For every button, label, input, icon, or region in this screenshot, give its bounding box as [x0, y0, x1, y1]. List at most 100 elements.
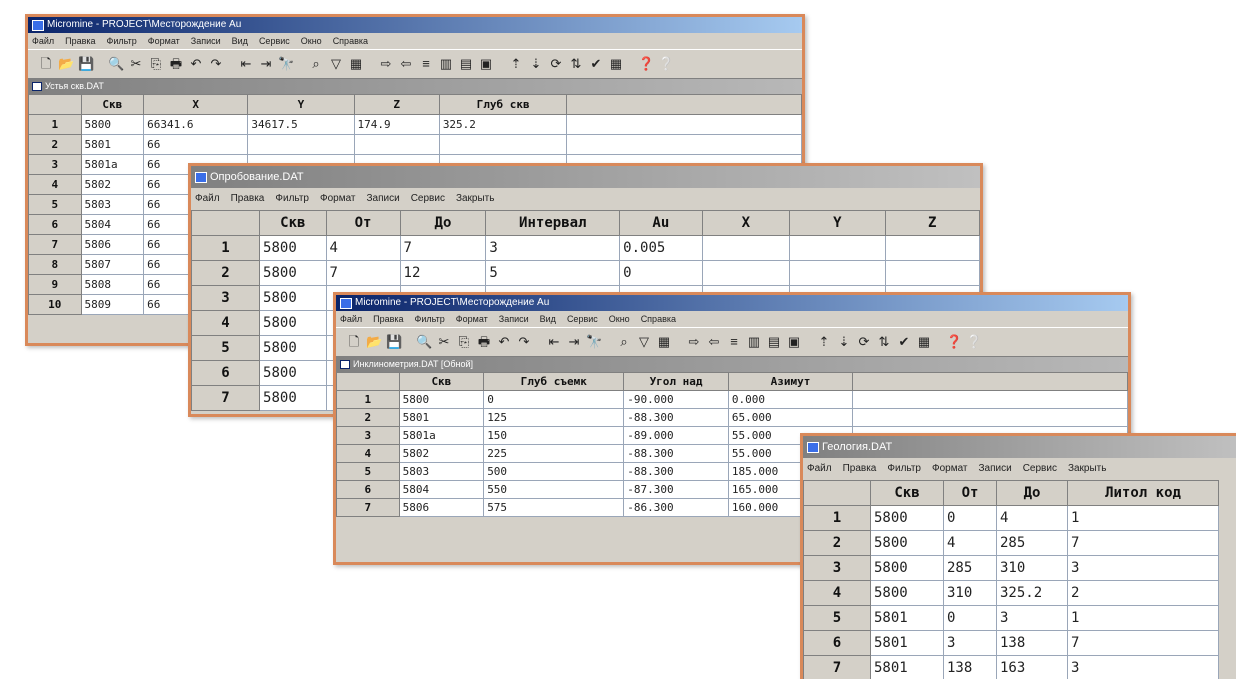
menu-item[interactable]: Формат — [320, 193, 356, 204]
sort-desc-icon[interactable]: ⇣ — [528, 56, 544, 72]
save-icon[interactable]: 💾 — [386, 334, 402, 350]
menu-item[interactable]: Окно — [609, 314, 630, 324]
table-cell[interactable]: 5800 — [260, 236, 327, 261]
open-icon[interactable]: 📂 — [366, 334, 382, 350]
table-cell[interactable]: 575 — [484, 499, 624, 517]
column-header[interactable]: До — [400, 211, 486, 236]
menu-item[interactable]: Фильтр — [275, 193, 309, 204]
table-cell[interactable]: 5800 — [260, 311, 327, 336]
new-icon[interactable]: 🗋 — [346, 334, 362, 350]
table-cell[interactable]: 3 — [1068, 656, 1219, 679]
table-cell[interactable]: 5803 — [81, 195, 144, 215]
row-number[interactable]: 4 — [192, 311, 260, 336]
column-header[interactable]: Азимут — [728, 373, 852, 391]
column-header[interactable]: Скв — [871, 481, 944, 506]
print-icon[interactable]: 🖶 — [476, 334, 492, 350]
column-header[interactable]: X — [702, 211, 790, 236]
column-header[interactable]: Глуб скв — [439, 95, 567, 115]
table-cell[interactable]: 163 — [997, 656, 1068, 679]
table-cell[interactable]: 5801 — [399, 409, 484, 427]
menu-item[interactable]: Окно — [301, 36, 322, 46]
row-number[interactable]: 6 — [337, 481, 400, 499]
table-cell[interactable]: 5801 — [871, 631, 944, 656]
column-header[interactable]: Y — [248, 95, 354, 115]
table-cell[interactable]: 2 — [1068, 581, 1219, 606]
table-cell[interactable]: 7 — [326, 261, 400, 286]
menu-item[interactable]: Записи — [979, 463, 1012, 474]
table-cell[interactable]: 5808 — [81, 275, 144, 295]
column-header[interactable] — [29, 95, 82, 115]
table-cell[interactable]: -87.300 — [624, 481, 729, 499]
check-icon[interactable]: ✔ — [588, 56, 604, 72]
menu-item[interactable]: Записи — [367, 193, 400, 204]
row-number[interactable]: 6 — [192, 361, 260, 386]
insert-icon[interactable]: ⇤ — [238, 56, 254, 72]
child-window-title-bar[interactable]: Инклинометрия.DAT [Обной] — [336, 357, 1128, 372]
table-cell[interactable]: 66341.6 — [144, 115, 248, 135]
table-cell[interactable]: 4 — [326, 236, 400, 261]
table-cell[interactable]: 5800 — [81, 115, 144, 135]
filter-icon[interactable]: ⌕ — [308, 56, 324, 72]
child-window-title-bar[interactable]: Устья скв.DAT — [28, 79, 802, 94]
table-cell[interactable]: 65.000 — [728, 409, 852, 427]
sort-icon[interactable]: ⇅ — [568, 56, 584, 72]
table-cell[interactable]: -88.300 — [624, 445, 729, 463]
table-cell[interactable]: 3 — [944, 631, 997, 656]
table-cell[interactable]: 5804 — [399, 481, 484, 499]
join-icon[interactable]: ≡ — [418, 56, 434, 72]
undo-icon[interactable]: ↶ — [188, 56, 204, 72]
row-number[interactable]: 6 — [29, 215, 82, 235]
table-cell[interactable]: -88.300 — [624, 409, 729, 427]
refresh-icon[interactable]: ⟳ — [548, 56, 564, 72]
table-cell[interactable]: 5807 — [81, 255, 144, 275]
title-bar[interactable]: Micromine - PROJECT\Месторождение Au — [28, 17, 802, 33]
table-cell[interactable] — [853, 391, 1128, 409]
cut-icon[interactable]: ✂ — [436, 334, 452, 350]
menu-item[interactable]: Сервис — [567, 314, 598, 324]
table-cell[interactable]: 4 — [997, 506, 1068, 531]
table-cell[interactable]: 125 — [484, 409, 624, 427]
table-cell[interactable]: 0 — [484, 391, 624, 409]
table-cell[interactable]: 138 — [944, 656, 997, 679]
column-header[interactable]: Y — [790, 211, 885, 236]
row-number[interactable]: 4 — [804, 581, 871, 606]
table-cell[interactable]: -90.000 — [624, 391, 729, 409]
column-header[interactable]: Угол над — [624, 373, 729, 391]
table-cell[interactable]: 0.000 — [728, 391, 852, 409]
row-number[interactable]: 4 — [29, 175, 82, 195]
menu-item[interactable]: Формат — [932, 463, 968, 474]
undo-icon[interactable]: ↶ — [496, 334, 512, 350]
table-cell[interactable]: 5800 — [399, 391, 484, 409]
sort-desc-icon[interactable]: ⇣ — [836, 334, 852, 350]
help-icon[interactable]: ❓ — [638, 56, 654, 72]
table-cell[interactable]: 5800 — [871, 581, 944, 606]
row-number[interactable]: 4 — [337, 445, 400, 463]
table-cell[interactable]: 5804 — [81, 215, 144, 235]
menu-item[interactable]: Записи — [191, 36, 221, 46]
table-cell[interactable]: 0.005 — [620, 236, 702, 261]
table-cell[interactable]: 138 — [997, 631, 1068, 656]
title-bar[interactable]: Опробование.DAT — [191, 166, 980, 188]
table-cell[interactable]: 5800 — [260, 361, 327, 386]
table-cell[interactable]: 550 — [484, 481, 624, 499]
table-cell[interactable]: 5800 — [260, 386, 327, 411]
menu-item[interactable]: Справка — [333, 36, 368, 46]
cut-icon[interactable]: ✂ — [128, 56, 144, 72]
grid2-icon[interactable]: ▤ — [766, 334, 782, 350]
preview-icon[interactable]: 🔍 — [108, 56, 124, 72]
column-header[interactable] — [337, 373, 400, 391]
row-number[interactable]: 5 — [29, 195, 82, 215]
row-number[interactable]: 2 — [804, 531, 871, 556]
table-cell[interactable] — [885, 236, 979, 261]
table-cell[interactable] — [567, 135, 802, 155]
table-cell[interactable]: 310 — [997, 556, 1068, 581]
column-header[interactable]: Z — [885, 211, 979, 236]
table-cell[interactable] — [354, 135, 439, 155]
row-number[interactable]: 5 — [804, 606, 871, 631]
row-number[interactable]: 7 — [804, 656, 871, 679]
table-cell[interactable]: 5806 — [399, 499, 484, 517]
funnel-icon[interactable]: ▽ — [328, 56, 344, 72]
row-number[interactable]: 1 — [804, 506, 871, 531]
menu-item[interactable]: Записи — [499, 314, 529, 324]
table-cell[interactable]: 66 — [144, 135, 248, 155]
